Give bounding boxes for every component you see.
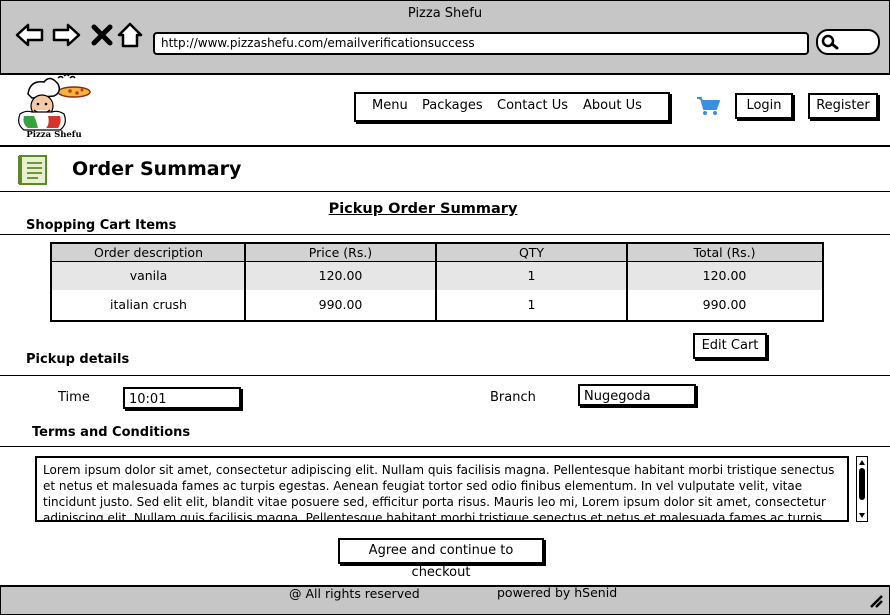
nav-contact-us[interactable]: Contact Us [497, 98, 568, 113]
table-cell: 1 [527, 268, 536, 283]
table-header: QTY [436, 244, 627, 262]
scroll-down-arrow-icon[interactable] [858, 512, 866, 520]
terms-textarea[interactable]: Lorem ipsum dolor sit amet, consectetur … [35, 456, 849, 522]
footer-rights: @ All rights reserved [289, 586, 420, 601]
table-row: vanila 120.00 1 120.00 [52, 262, 822, 290]
pickup-order-summary-heading: Pickup Order Summary [328, 201, 518, 217]
cart-table: Order description Price (Rs.) QTY Total … [50, 242, 824, 322]
column-divider [435, 244, 437, 320]
column-divider [244, 244, 246, 320]
title-divider [0, 191, 890, 192]
agree-checkout-button[interactable]: Agree and continue to checkout [338, 538, 544, 580]
window-title: Pizza Shefu [407, 6, 483, 21]
branch-input[interactable]: Nugegoda [578, 384, 696, 406]
table-cell: italian crush [110, 297, 187, 312]
footer [0, 585, 890, 615]
table-cell: vanila [129, 268, 168, 283]
time-label: Time [58, 390, 90, 405]
table-cell: 1 [527, 297, 536, 312]
branch-label: Branch [490, 390, 536, 405]
cart-section-label: Shopping Cart Items [26, 218, 177, 233]
site-logo[interactable]: Pizza Shefu [14, 74, 92, 142]
browser-search-box[interactable] [816, 29, 880, 55]
chef-logo-icon [18, 74, 91, 131]
logo-text: Pizza Shefu [26, 130, 82, 140]
address-bar[interactable]: http://www.pizzashefu.com/emailverificat… [153, 32, 809, 55]
resize-grip-icon[interactable] [868, 593, 884, 609]
table-cell: 990.00 [318, 297, 363, 312]
scroll-up-arrow-icon[interactable] [858, 458, 866, 466]
register-button[interactable]: Register [808, 93, 878, 119]
edit-cart-button[interactable]: Edit Cart [693, 333, 767, 359]
terms-divider [0, 446, 890, 447]
table-cell: 120.00 [318, 268, 363, 283]
nav-menu[interactable]: Menu [372, 98, 408, 113]
table-header: Order description [52, 244, 245, 262]
column-divider [626, 244, 628, 320]
home-icon[interactable] [115, 20, 145, 50]
pickup-section-label: Pickup details [26, 352, 130, 367]
table-header: Total (Rs.) [627, 244, 822, 262]
back-arrow-icon[interactable] [15, 20, 45, 50]
footer-powered: powered by hSenid [497, 585, 618, 600]
cart-divider [0, 234, 890, 235]
time-input[interactable]: 10:01 [123, 387, 241, 409]
table-cell: 120.00 [702, 268, 747, 283]
notepad-icon [18, 155, 47, 185]
header-divider [0, 145, 890, 147]
login-button[interactable]: Login [735, 93, 793, 119]
shopping-cart-icon[interactable] [696, 96, 720, 116]
search-icon [821, 34, 839, 50]
scroll-thumb[interactable] [859, 468, 865, 500]
table-cell: 990.00 [702, 297, 747, 312]
table-row: italian crush 990.00 1 990.00 [52, 290, 822, 318]
nav-about-us[interactable]: About Us [583, 98, 642, 113]
terms-section-label: Terms and Conditions [32, 425, 191, 440]
nav-packages[interactable]: Packages [422, 98, 483, 113]
close-x-icon[interactable] [88, 20, 118, 50]
terms-scrollbar[interactable] [856, 456, 868, 522]
table-header: Price (Rs.) [245, 244, 436, 262]
forward-arrow-icon[interactable] [51, 20, 81, 50]
pickup-divider [0, 375, 890, 376]
page-title: Order Summary [72, 158, 242, 180]
